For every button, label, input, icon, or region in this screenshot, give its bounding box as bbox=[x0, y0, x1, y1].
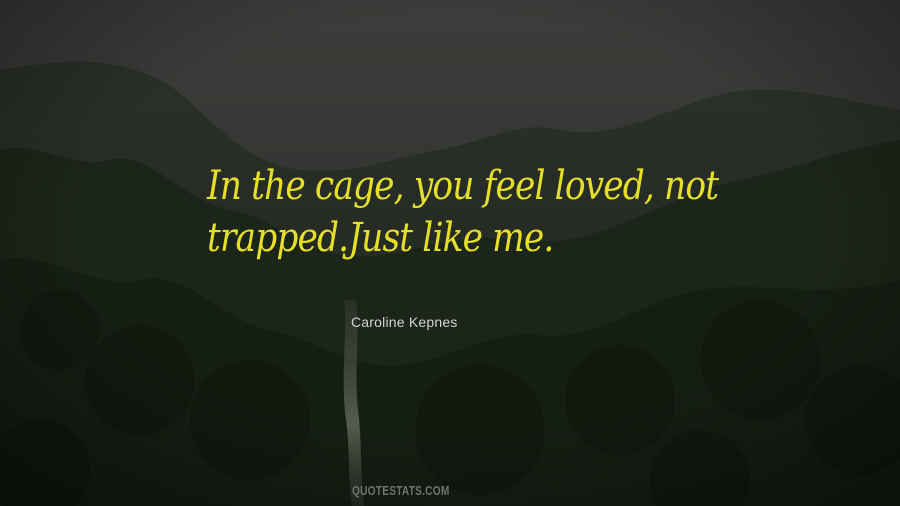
quote-image: In the cage, you feel loved, not trapped… bbox=[0, 0, 900, 506]
quote-text: In the cage, you feel loved, not trapped… bbox=[207, 160, 719, 264]
site-watermark: QUOTESTATS.COM bbox=[352, 483, 450, 498]
quote-line-1: In the cage, you feel loved, not bbox=[207, 163, 719, 209]
quote-author: Caroline Kepnes bbox=[351, 314, 458, 330]
quote-line-2: trapped.Just like me. bbox=[207, 215, 554, 261]
